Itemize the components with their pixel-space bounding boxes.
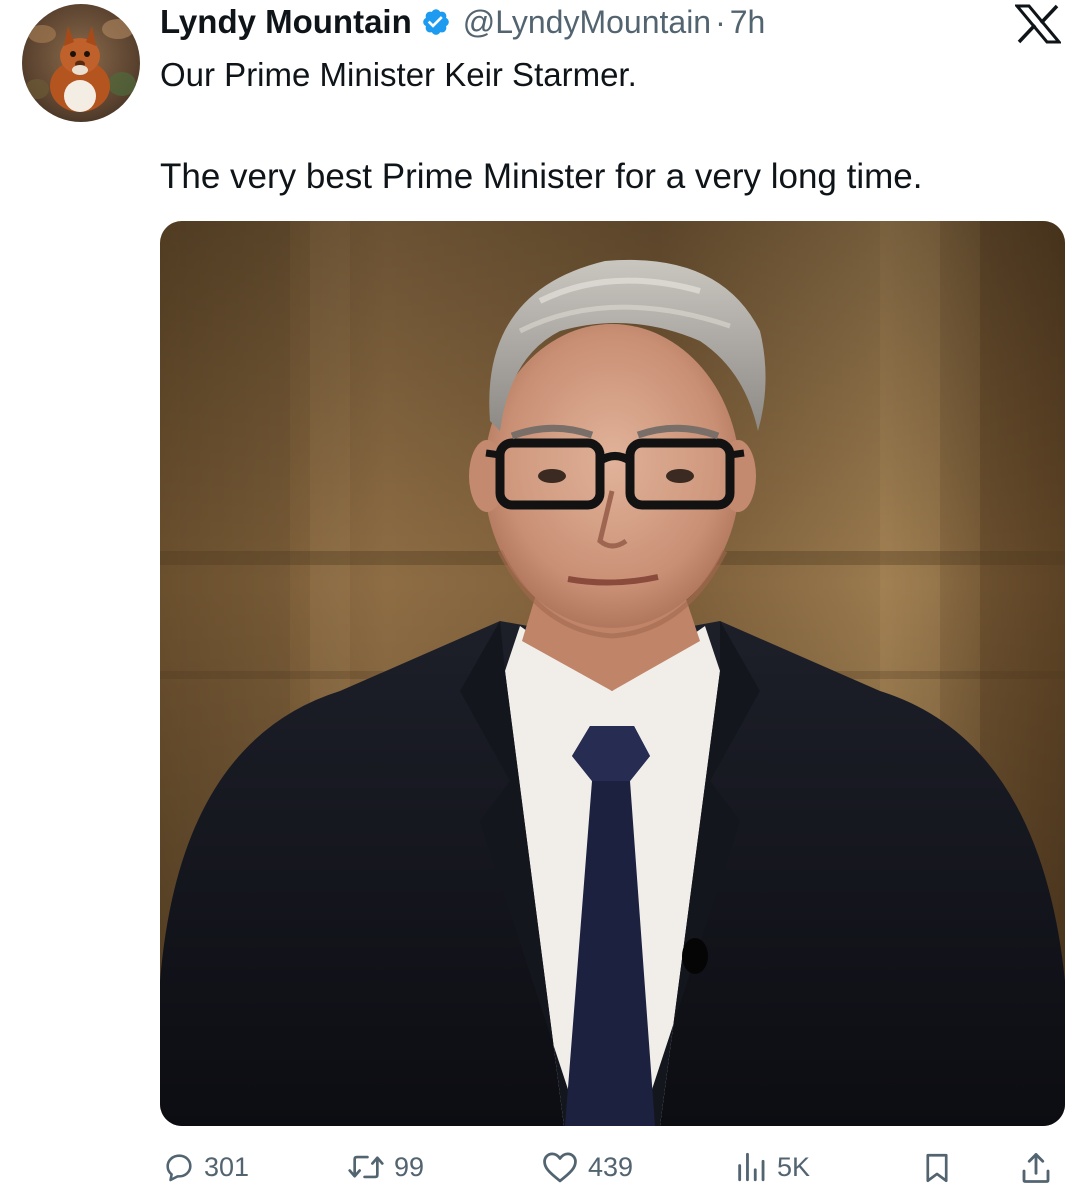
repost-count: 99: [394, 1151, 425, 1182]
reply-icon: [166, 1154, 192, 1182]
views-count: 5K: [777, 1151, 811, 1182]
bookmark-button[interactable]: [920, 1150, 962, 1186]
display-name[interactable]: Lyndy Mountain: [160, 3, 412, 41]
analytics-bars-icon: [738, 1152, 765, 1182]
verified-badge-icon[interactable]: [421, 7, 451, 37]
share-icon: [1022, 1153, 1050, 1183]
tweet-media-image[interactable]: [160, 221, 1065, 1126]
tweet-text-line: Our Prime Minister Keir Starmer.: [160, 56, 637, 93]
user-handle[interactable]: @LyndyMountain: [463, 4, 711, 41]
reply-button[interactable]: 301: [162, 1150, 249, 1184]
tweet-actions-bar: 301 99 439 5K: [0, 1140, 1088, 1200]
heart-icon: [543, 1152, 577, 1183]
like-count: 439: [588, 1151, 634, 1182]
repost-button[interactable]: 99: [346, 1150, 424, 1184]
reply-count: 301: [204, 1151, 250, 1182]
squirrel-avatar-icon: [22, 4, 140, 122]
views-button[interactable]: 5K: [733, 1150, 810, 1184]
share-button[interactable]: [1018, 1150, 1062, 1186]
avatar[interactable]: [22, 4, 140, 122]
like-button[interactable]: 439: [540, 1150, 633, 1184]
bookmark-icon: [926, 1153, 948, 1183]
portrait-photo-icon: [160, 221, 1065, 1126]
tweet-header: Lyndy Mountain @LyndyMountain · 7h: [160, 0, 765, 44]
timestamp[interactable]: 7h: [730, 4, 766, 41]
tweet-text-line: The very best Prime Minister for a very …: [160, 157, 923, 196]
x-logo-icon: [1013, 4, 1063, 44]
separator-dot: ·: [715, 3, 726, 40]
repost-icon: [348, 1155, 384, 1179]
